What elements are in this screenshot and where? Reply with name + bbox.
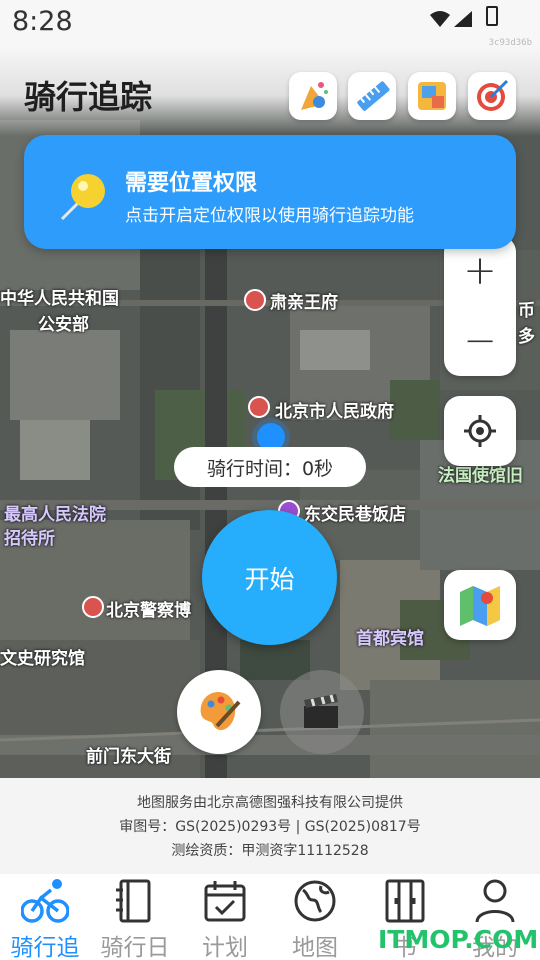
banner-title: 需要位置权限 xyxy=(125,171,258,196)
nav-item-ride-log[interactable]: 骑行日 xyxy=(90,874,180,960)
status-bar: 8:28 3c93d36b xyxy=(0,0,540,48)
nav-label: 骑行追 xyxy=(10,935,80,960)
app-header: 骑行追踪 xyxy=(0,46,540,136)
wardrobe-icon xyxy=(381,878,429,924)
signal-icons xyxy=(430,11,472,27)
start-ride-label: 开始 xyxy=(244,564,295,594)
poi-label[interactable]: 公安部 xyxy=(38,310,89,335)
location-permission-banner[interactable]: 需要位置权限 点击开启定位权限以使用骑行追踪功能 xyxy=(24,135,516,249)
palette-icon xyxy=(200,692,241,731)
poi-label[interactable]: 北京市人民政府 xyxy=(275,397,394,422)
celebrate-button[interactable] xyxy=(289,72,337,120)
ruler-button[interactable] xyxy=(348,72,396,120)
ride-time-display: 骑行时间：0秒 xyxy=(174,447,366,487)
nav-item-ride-tracking[interactable]: 骑行追 xyxy=(0,874,90,960)
notebook-icon xyxy=(111,878,159,924)
target-icon xyxy=(477,79,509,111)
poi-label[interactable]: 最高人民法院 xyxy=(4,500,106,525)
poi-marker[interactable] xyxy=(82,596,104,618)
clapperboard-icon xyxy=(304,694,338,728)
video-button[interactable] xyxy=(280,670,364,754)
map-attribution: 地图服务由北京高德图强科技有限公司提供 审图号：GS(2025)0293号 | … xyxy=(0,778,540,874)
poi-label[interactable]: 币 xyxy=(518,296,535,321)
nav-label: 骑行日 xyxy=(100,935,170,960)
nav-label: 地图 xyxy=(292,935,338,960)
poi-label[interactable]: 首都宾馆 xyxy=(356,624,424,649)
banner-description: 点击开启定位权限以使用骑行追踪功能 xyxy=(125,206,414,226)
poi-label[interactable]: 北京警察博 xyxy=(106,596,191,621)
poi-label[interactable]: 招待所 xyxy=(4,524,55,549)
road-label: 前门东大街 xyxy=(86,747,171,767)
crosshair-icon xyxy=(464,415,496,447)
poi-label[interactable]: 多 xyxy=(518,322,535,347)
bike-icon xyxy=(21,878,69,924)
start-ride-button[interactable]: 开始 xyxy=(202,510,337,645)
poi-label[interactable]: 文史研究馆 xyxy=(0,644,85,669)
attribution-line: 测绘资质：甲测资字11112528 xyxy=(171,843,369,859)
poi-label[interactable]: 肃亲王府 xyxy=(270,288,338,313)
site-watermark: ITMOP.COM xyxy=(378,925,539,954)
attribution-line: 地图服务由北京高德图强科技有限公司提供 xyxy=(137,795,403,811)
party-icon xyxy=(301,82,328,110)
poi-label[interactable]: 东交民巷饭店 xyxy=(304,500,406,525)
wifi-icon xyxy=(430,11,450,27)
puzzle-button[interactable] xyxy=(408,72,456,120)
page-title: 骑行追踪 xyxy=(24,78,153,116)
target-button[interactable] xyxy=(468,72,516,120)
status-time: 8:28 xyxy=(12,6,73,37)
pushpin-icon xyxy=(60,174,105,221)
folded-map-icon xyxy=(460,586,500,626)
locate-button[interactable] xyxy=(444,396,516,466)
person-icon xyxy=(471,878,519,924)
cell-signal-icon xyxy=(454,11,472,27)
attribution-line: 审图号：GS(2025)0293号 | GS(2025)0817号 xyxy=(119,819,421,835)
zoom-out-button[interactable]: − xyxy=(444,306,516,376)
nav-item-map[interactable]: 地图 xyxy=(270,874,360,960)
puzzle-icon xyxy=(418,82,446,110)
map-layers-button[interactable] xyxy=(444,570,516,640)
battery-icon xyxy=(486,6,498,26)
calendar-check-icon xyxy=(201,878,249,924)
nav-label: 计划 xyxy=(202,935,248,960)
poi-marker[interactable] xyxy=(248,396,270,418)
nav-item-plan[interactable]: 计划 xyxy=(180,874,270,960)
ruler-icon xyxy=(357,81,390,111)
theme-button[interactable] xyxy=(177,670,261,754)
globe-icon xyxy=(291,878,339,924)
build-id: 3c93d36b xyxy=(488,38,532,48)
poi-label[interactable]: 中华人民共和国 xyxy=(0,284,119,309)
poi-marker[interactable] xyxy=(244,289,266,311)
zoom-control: + − xyxy=(444,236,516,376)
